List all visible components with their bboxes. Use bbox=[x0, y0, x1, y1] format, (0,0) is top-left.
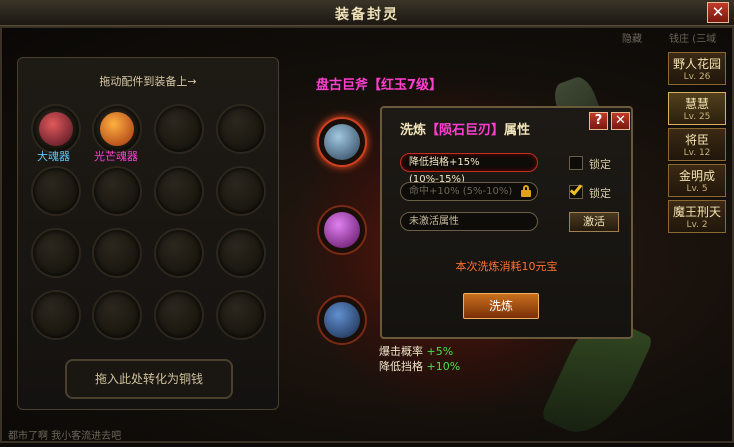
accessory-slot-3[interactable] bbox=[154, 104, 204, 154]
equip-socket-3[interactable] bbox=[317, 295, 367, 345]
activate-button[interactable]: 激活 bbox=[569, 212, 619, 232]
accessory-slot-15[interactable] bbox=[154, 290, 204, 340]
help-icon[interactable]: ? bbox=[589, 112, 608, 130]
convert-to-coin-dropzone[interactable]: 拖入此处转化为铜钱 bbox=[65, 359, 233, 399]
hammer-icon bbox=[324, 124, 360, 160]
attribute-1: 降低挡格+15% (10%-15%) bbox=[400, 153, 538, 185]
slot-1-label: 大魂器 bbox=[37, 150, 70, 163]
close-icon[interactable]: ✕ bbox=[611, 112, 630, 130]
window-titlebar: 装备封灵 ✕ bbox=[0, 0, 734, 26]
lock-checkbox-2[interactable] bbox=[569, 182, 583, 199]
accessory-slot-4[interactable] bbox=[216, 104, 266, 154]
stat-crit: 爆击概率 +5% bbox=[379, 345, 454, 358]
accessory-slot-5[interactable] bbox=[31, 166, 81, 216]
refine-cost: 本次洗炼消耗10元宝 bbox=[455, 260, 558, 273]
accessory-slot-13[interactable] bbox=[31, 290, 81, 340]
accessory-slot-14[interactable] bbox=[92, 290, 142, 340]
refine-button[interactable]: 洗炼 bbox=[463, 293, 539, 319]
refine-popup: 洗炼【陨石巨刃】属性 ? ✕ 降低挡格+15% (10%-15%) 锁定 命中+… bbox=[380, 106, 633, 339]
window-title: 装备封灵 bbox=[335, 7, 399, 23]
close-icon[interactable]: ✕ bbox=[707, 2, 729, 23]
lock-checkbox-1[interactable] bbox=[569, 156, 583, 170]
tab-character-4[interactable]: 金明成 Lv. 5 bbox=[668, 164, 726, 197]
equip-socket-2[interactable] bbox=[317, 205, 367, 255]
tab-character-1[interactable]: 野人花园 Lv. 26 bbox=[668, 52, 726, 85]
lock-icon bbox=[521, 185, 531, 197]
accessory-panel: 拖动配件到装备上→ 大魂器 光芒魂器 拖入此处转化为铜钱 bbox=[17, 57, 279, 410]
accessory-slot-12[interactable] bbox=[216, 228, 266, 278]
drag-hint: 拖动配件到装备上→ bbox=[99, 75, 197, 88]
attribute-2: 命中+10% (5%-10%) bbox=[400, 182, 538, 201]
attribute-3: 未激活属性 bbox=[400, 212, 538, 231]
lock-label-2: 锁定 bbox=[589, 187, 611, 200]
bg-text-hide: 隐藏 bbox=[622, 34, 642, 45]
slot-2-label: 光芒魂器 bbox=[94, 150, 138, 163]
accessory-slot-2[interactable] bbox=[92, 104, 142, 154]
equipment-name: 盘古巨斧【红玉7级】 bbox=[316, 78, 443, 93]
bg-chat-text: 都市了啊 我小客流进去吧 bbox=[8, 431, 122, 442]
bg-text-bank: 钱庄 (三域 bbox=[669, 34, 717, 45]
bow-icon bbox=[324, 302, 360, 338]
accessory-slot-10[interactable] bbox=[92, 228, 142, 278]
equip-socket-1[interactable] bbox=[317, 117, 367, 167]
accessory-slot-16[interactable] bbox=[216, 290, 266, 340]
tab-character-2[interactable]: 慧慧 Lv. 25 bbox=[668, 92, 726, 125]
light-soul-icon bbox=[100, 112, 134, 146]
accessory-slot-11[interactable] bbox=[154, 228, 204, 278]
big-soul-icon bbox=[39, 112, 73, 146]
stat-block-reduce: 降低挡格 +10% bbox=[379, 360, 461, 373]
purple-gem-icon bbox=[324, 212, 360, 248]
tab-character-3[interactable]: 将臣 Lv. 12 bbox=[668, 128, 726, 161]
tab-character-5[interactable]: 魔王刑天 Lv. 2 bbox=[668, 200, 726, 233]
accessory-slot-8[interactable] bbox=[216, 166, 266, 216]
accessory-slot-6[interactable] bbox=[92, 166, 142, 216]
accessory-slot-9[interactable] bbox=[31, 228, 81, 278]
accessory-slot-7[interactable] bbox=[154, 166, 204, 216]
accessory-slot-1[interactable] bbox=[31, 104, 81, 154]
lock-label-1: 锁定 bbox=[589, 158, 611, 171]
